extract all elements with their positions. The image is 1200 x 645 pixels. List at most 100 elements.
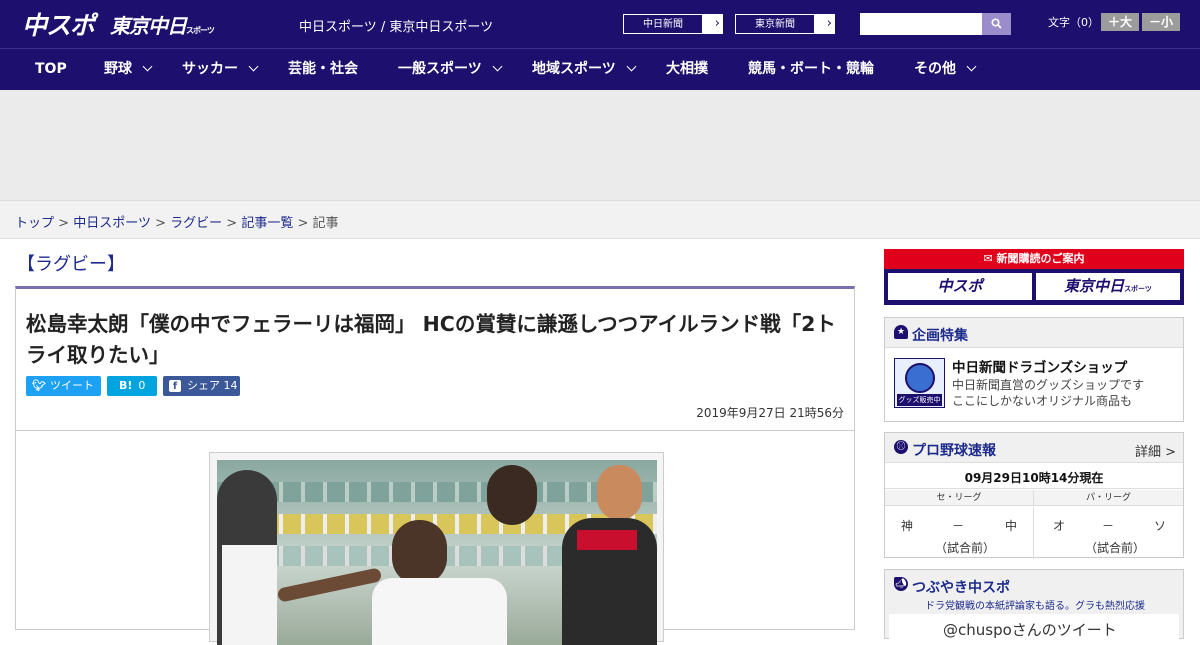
tweets-header: 📣︎ つぶやき中スポ [885, 570, 1183, 600]
nav-label: 地域スポーツ [532, 61, 616, 77]
feature-panel: ★ 企画特集 グッズ販売中 中日新聞ドラゴンズショップ 中日新聞直営のグッズショ… [884, 317, 1184, 422]
breadcrumb-separator: > [226, 216, 238, 231]
breadcrumb: トップ > 中日スポーツ > ラグビー > 記事一覧 > 記事 [15, 212, 339, 231]
nav-label: 大相撲 [666, 61, 708, 77]
chevron-down-icon [248, 61, 259, 72]
shop-tag: グッズ販売中 [897, 394, 942, 406]
search-input[interactable] [860, 13, 982, 35]
facebook-share-button[interactable]: f シェア 14 [163, 376, 240, 396]
away-team: 中 [1005, 519, 1018, 533]
dragons-shop-image[interactable]: グッズ販売中 [894, 358, 945, 408]
main-nav: TOP 野球 サッカー 芸能・社会 一般スポーツ 地域スポーツ 大相撲 競馬・ボ… [0, 48, 1200, 90]
subscription-heading: ✉︎ 新聞購読のご案内 [884, 249, 1184, 269]
home-team: オ [1053, 519, 1066, 533]
tweet-label: ツイート [50, 379, 94, 392]
ext-link-label: 中日新聞 [623, 14, 703, 34]
subscription-heading-text: 新聞購読のご案内 [996, 252, 1085, 265]
subscription-chuspo-logo[interactable]: 中スポ [888, 273, 1032, 300]
article-photo [209, 452, 664, 645]
nav-label: 野球 [104, 61, 132, 77]
nav-label: 競馬・ボート・競輪 [748, 61, 874, 77]
baseball-heading: プロ野球速報 [912, 443, 996, 459]
central-league-header: セ・リーグ [885, 490, 1034, 506]
tweets-panel: 📣︎ つぶやき中スポ ドラ党観戦の本紙評論家も語る。グラも熱烈応援 @chusp… [884, 569, 1184, 644]
nav-label: 芸能・社会 [288, 61, 358, 77]
game-status: （試合前） [935, 541, 996, 555]
breadcrumb-separator: > [155, 216, 166, 231]
site-links[interactable]: 中日スポーツ / 東京中日スポーツ [299, 16, 493, 35]
chevron-down-icon [626, 61, 637, 72]
twitter-icon: 🐦︎ [32, 379, 46, 392]
facebook-icon: f [169, 380, 181, 392]
nav-item-entertainment[interactable]: 芸能・社会 [288, 49, 358, 90]
font-size-down-button[interactable]: －小 [1142, 13, 1180, 31]
game-status: （試合前） [1085, 541, 1146, 555]
nav-item-general-sports[interactable]: 一般スポーツ [398, 49, 503, 90]
nav-label: TOP [35, 61, 67, 77]
breadcrumb-link[interactable]: 記事一覧 [241, 216, 293, 231]
breadcrumb-separator: > [58, 216, 70, 231]
baseball-icon: ⚾︎ [894, 440, 908, 454]
chuspo-logo[interactable]: 中スポ [22, 6, 95, 42]
divider [16, 430, 854, 431]
hatena-count: 0 [138, 379, 146, 392]
shop-description: ここにしかないオリジナル商品も [952, 394, 1133, 408]
baseball-scores-panel: ⚾︎ プロ野球速報 詳細 > 09月29日10時14分現在 セ・リーグ パ・リー… [884, 432, 1184, 559]
baseball-update-time: 09月29日10時14分現在 [885, 467, 1183, 489]
category-label: 【ラグビー】 [17, 254, 125, 275]
ticket-icon: ✉︎ [983, 252, 997, 265]
breadcrumb-link[interactable]: 中日スポーツ [73, 216, 151, 231]
subscription-tokyo-logo[interactable]: 東京中日スポーツ [1036, 273, 1180, 300]
tokyo-shimbun-link[interactable]: 東京新聞 › [734, 13, 836, 35]
megaphone-icon: 📣︎ [894, 577, 908, 591]
game-score: － [952, 519, 965, 533]
breadcrumb-separator: > [297, 216, 309, 231]
hatena-bookmark-button[interactable]: B! 0 [107, 376, 157, 396]
nav-item-racing[interactable]: 競馬・ボート・競輪 [748, 49, 874, 90]
baseball-detail-link[interactable]: 詳細 > [1135, 441, 1176, 460]
nav-label: 一般スポーツ [398, 61, 482, 77]
chevron-down-icon [492, 61, 503, 72]
game-score: － [1102, 519, 1115, 533]
nav-item-sumo[interactable]: 大相撲 [666, 49, 708, 90]
breadcrumb-link[interactable]: ラグビー [170, 216, 222, 231]
mascot-icon [905, 363, 935, 393]
game-card[interactable]: オ － ソ （試合前） [1034, 507, 1183, 559]
breadcrumb-current: 記事 [312, 216, 339, 231]
shop-description: 中日新聞直営のグッズショップです [952, 378, 1145, 392]
nav-item-baseball[interactable]: 野球 [104, 49, 153, 90]
facebook-count: 14 [223, 379, 238, 392]
chunichi-shimbun-link[interactable]: 中日新聞 › [622, 13, 724, 35]
nav-label: サッカー [182, 61, 238, 77]
nav-item-other[interactable]: その他 [914, 49, 977, 90]
hatena-label: B! [119, 379, 133, 392]
tweets-heading: つぶやき中スポ [912, 580, 1010, 596]
sub-logo-small: スポーツ [1124, 285, 1152, 293]
nav-item-top[interactable]: TOP [35, 49, 67, 90]
sub-logo-text: 東京中日 [1064, 277, 1125, 295]
chevron-down-icon [966, 61, 977, 72]
photo-image [217, 460, 657, 645]
chevron-right-icon: › [826, 16, 832, 31]
feature-heading: 企画特集 [912, 328, 968, 344]
tweet-button[interactable]: 🐦︎ ツイート [26, 376, 101, 396]
shop-title-link[interactable]: 中日新聞ドラゴンズショップ [952, 356, 1127, 376]
nav-item-regional-sports[interactable]: 地域スポーツ [532, 49, 637, 90]
subscription-banner[interactable]: ✉︎ 新聞購読のご案内 中スポ 東京中日スポーツ [884, 249, 1184, 305]
nav-label: その他 [914, 61, 956, 77]
nav-item-soccer[interactable]: サッカー [182, 49, 259, 90]
ext-link-label: 東京新聞 [735, 14, 815, 34]
category-heading: 【ラグビー】 [15, 249, 155, 289]
search-button[interactable] [982, 13, 1011, 35]
pacific-league-header: パ・リーグ [1034, 490, 1183, 506]
game-card[interactable]: 神 － 中 （試合前） [885, 507, 1034, 559]
font-size-up-button[interactable]: ＋大 [1101, 13, 1139, 31]
feature-header: ★ 企画特集 [885, 318, 1183, 348]
breadcrumb-bar: トップ > 中日スポーツ > ラグビー > 記事一覧 > 記事 [0, 200, 1200, 239]
tokyo-chunichi-logo[interactable]: 東京中日スポーツ [110, 10, 215, 39]
site-header: 中スポ 東京中日スポーツ 中日スポーツ / 東京中日スポーツ 中日新聞 › 東京新… [0, 0, 1200, 48]
breadcrumb-link[interactable]: トップ [15, 216, 54, 231]
away-team: ソ [1154, 519, 1167, 533]
article-date: 2019年9月27日 21時56分 [696, 406, 844, 420]
search-icon [991, 18, 1002, 29]
